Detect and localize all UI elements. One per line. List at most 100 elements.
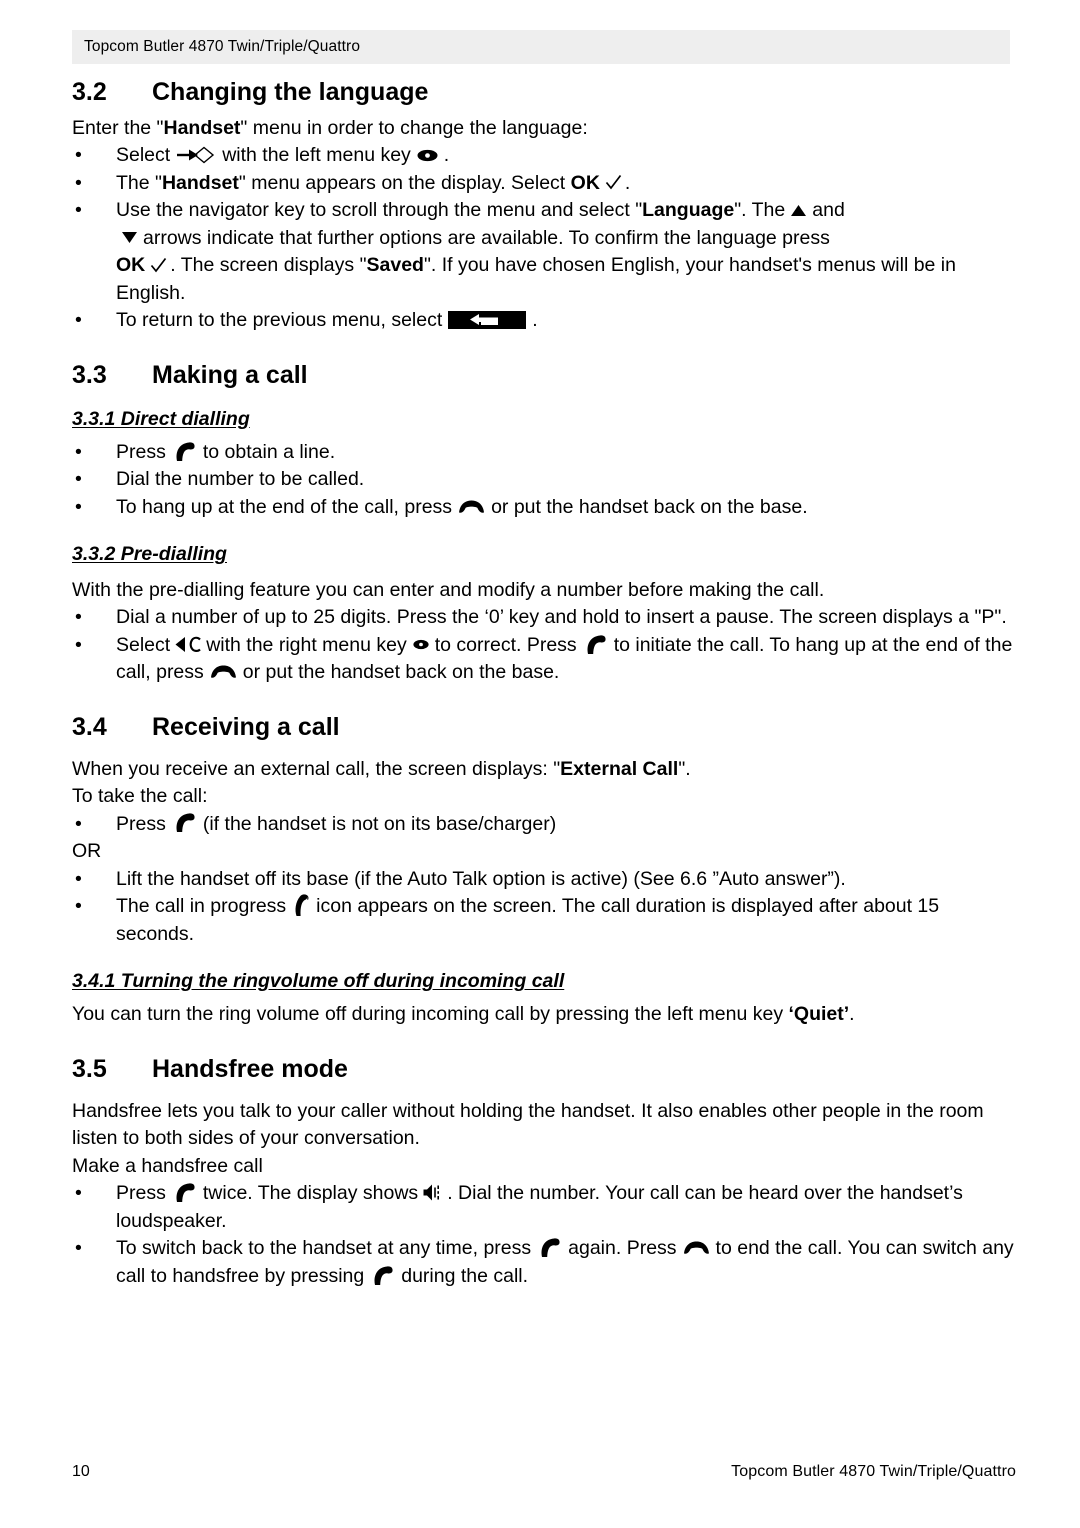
list-item: • Dial a number of up to 25 digits. Press… <box>72 604 1016 632</box>
bullet-text-a: To return to the previous menu, select <box>116 309 443 332</box>
paragraph-make-handsfree-call: Make a handsfree call <box>72 1154 263 1177</box>
running-header-title: Topcom Butler 4870 Twin/Triple/Quattro <box>84 38 361 55</box>
bullet-dot: • <box>75 867 82 890</box>
section-heading-3-4: 3.4 Receiving a call <box>72 713 1016 742</box>
bullet-dot: • <box>75 1237 82 1260</box>
bullet-dot: • <box>75 895 82 918</box>
list-item: • Select with the left menu key. <box>72 142 1016 170</box>
paragraph-3-5-intro: Handsfree lets you talk to your caller w… <box>72 1099 984 1150</box>
bullet-list-3-3-2: • Dial a number of up to 25 digits. Press… <box>72 604 1016 687</box>
para-text-a: You can turn the ring volume off during … <box>72 1003 789 1026</box>
paragraph-or: OR <box>72 840 102 863</box>
handset-off-hook-icon <box>537 1236 562 1258</box>
intro-bold-external-call: External Call <box>560 757 679 780</box>
paragraph-3-4-intro: When you receive an external call, the s… <box>72 756 1016 784</box>
triangle-down-icon <box>121 230 138 245</box>
list-item: • To return to the previous menu, select. <box>72 307 1016 335</box>
running-header: Topcom Butler 4870 Twin/Triple/Quattro <box>72 30 1010 64</box>
bullet-bold-handset: Handset <box>161 171 239 194</box>
bullet-dot: • <box>75 812 82 835</box>
para-text-c: . <box>849 1003 855 1026</box>
bullet-text-e: . <box>624 171 631 194</box>
bullet-dot: • <box>75 309 82 332</box>
bullet-text-c: ". The <box>734 199 786 222</box>
loudspeaker-icon <box>422 1183 443 1202</box>
subsection-heading-3-3-2: 3.3.2 Pre-dialling <box>72 543 227 566</box>
section-number-3-5: 3.5 <box>72 1054 107 1083</box>
bullet-bold-saved: Saved <box>366 254 424 277</box>
bullet-text-leftmenu: with the left menu key <box>222 144 411 167</box>
list-item: • Press (if the handset is not on its base… <box>72 811 1016 839</box>
bullet-list-3-2: • Select with the left menu key. • The "Han… <box>72 142 1016 335</box>
handset-on-hook-icon <box>683 1240 710 1256</box>
handset-on-hook-icon <box>458 499 485 515</box>
bullet-text-rightmenu: with the right menu key <box>206 633 407 656</box>
list-item: • Use the navigator key to scroll through… <box>72 197 1016 307</box>
paragraph-3-2-intro: Enter the "Handset" menu in order to cha… <box>72 115 1016 143</box>
bullet-text-g: . The screen displays " <box>170 254 367 277</box>
bullet-text-during-call: during the call. <box>401 1264 529 1287</box>
list-item: • To hang up at the end of the call, pres… <box>72 494 1016 522</box>
bullet-text-a: Use the navigator key to scroll through … <box>116 199 643 222</box>
bullet-text-select: Select <box>116 633 171 656</box>
footer-title: Topcom Butler 4870 Twin/Triple/Quattro <box>731 1463 1016 1480</box>
bullet-text-25-digits: Dial a number of up to 25 digits. Press … <box>116 606 1007 629</box>
bullet-text-twice: twice. The display shows <box>202 1182 419 1205</box>
call-in-progress-handset-icon <box>292 893 310 917</box>
bullet-bold-ok: OK <box>570 171 600 194</box>
intro-text-c: " menu in order to change the language: <box>240 116 588 139</box>
section-heading-3-3: 3.3 Making a call <box>72 361 1016 390</box>
bullet-dot: • <box>75 633 82 656</box>
section-number-3-4: 3.4 <box>72 712 107 741</box>
list-item: • The "Handset" menu appears on the displ… <box>72 170 1016 198</box>
triangle-up-icon <box>790 203 807 218</box>
handset-off-hook-icon <box>172 1181 197 1203</box>
select-arrow-diamond-icon <box>177 145 215 165</box>
page-footer: 10 Topcom Butler 4870 Twin/Triple/Quattr… <box>72 1463 1016 1481</box>
list-item: • Press to obtain a line. <box>72 439 1016 467</box>
paragraph-3-3-2-intro: With the pre-dialling feature you can en… <box>72 578 825 601</box>
bullet-text-press: Press <box>116 812 166 835</box>
bullet-text-b: or put the handset back on the base. <box>491 495 808 518</box>
bullet-list-3-5: • Press twice. The display shows. Dial the… <box>72 1180 1016 1290</box>
document-page: Topcom Butler 4870 Twin/Triple/Quattro 3… <box>0 0 1080 1528</box>
bullet-text-a: To hang up at the end of the call, press <box>116 495 453 518</box>
list-item: • To switch back to the handset at any ti… <box>72 1235 1016 1290</box>
bullet-text-select: Select <box>116 144 171 167</box>
bullet-dot: • <box>75 606 82 629</box>
list-item: • Lift the handset off its base (if the A… <box>72 866 1016 894</box>
footer-page-number: 10 <box>72 1463 90 1480</box>
bullet-dot: • <box>75 468 82 491</box>
handset-off-hook-icon <box>583 633 608 655</box>
bullet-text-press: Press <box>116 1182 166 1205</box>
bullet-dot: • <box>75 171 82 194</box>
bullet-dot: • <box>75 1182 82 1205</box>
bullet-bold-ok: OK <box>116 254 146 277</box>
section-heading-3-5: 3.5 Handsfree mode <box>72 1055 1016 1084</box>
bullet-dot: • <box>75 144 82 167</box>
section-number-3-3: 3.3 <box>72 360 107 389</box>
menu-key-oval-icon <box>413 639 429 650</box>
subsection-heading-3-4-1: 3.4.1 Turning the ringvolume off during … <box>72 970 565 993</box>
bullet-text-c: " menu appears on the display. Select <box>238 171 571 194</box>
list-item: • The call in progress icon appears on the… <box>72 893 1016 948</box>
section-title-3-4: Receiving a call <box>152 712 340 741</box>
list-item: • Select with the right menu key to correct… <box>72 632 1016 687</box>
paragraph-3-4-take-call: To take the call: <box>72 785 208 808</box>
bullet-dot: • <box>75 440 82 463</box>
paragraph-3-4-1: You can turn the ring volume off during … <box>72 1001 1016 1029</box>
list-item: • Dial the number to be called. <box>72 466 1016 494</box>
checkmark-icon <box>150 257 167 274</box>
bullet-text-correct: to correct. Press <box>434 633 577 656</box>
bullet-text-period: . <box>443 144 450 167</box>
bullet-text-a: The call in progress <box>116 895 287 918</box>
bullet-text-dial-number: Dial the number to be called. <box>116 468 365 491</box>
bullet-text-a: The " <box>116 171 162 194</box>
section-title-3-5: Handsfree mode <box>152 1054 348 1083</box>
bullet-text-e: arrows indicate that further options are… <box>143 226 830 249</box>
section-title-3-3: Making a call <box>152 360 308 389</box>
page-content: 3.2 Changing the language Enter the "Han… <box>72 78 1016 1290</box>
intro-bold-handset: Handset <box>163 116 241 139</box>
section-heading-3-2: 3.2 Changing the language <box>72 78 1016 107</box>
bullet-dot: • <box>75 495 82 518</box>
